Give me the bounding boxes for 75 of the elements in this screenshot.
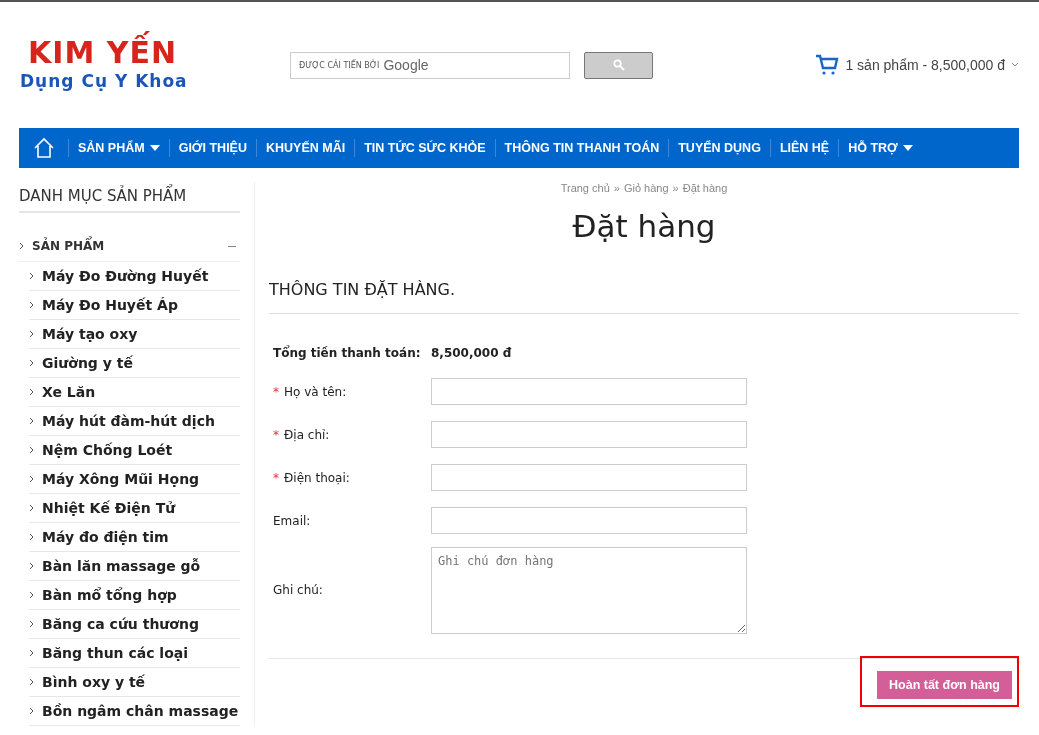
cart-icon[interactable] xyxy=(815,54,840,76)
field-label: Điện thoại: xyxy=(284,470,350,485)
caret-icon xyxy=(149,145,160,151)
chevron-right-icon xyxy=(29,649,35,657)
category-link[interactable]: Máy hút đàm-hút dịch xyxy=(42,413,215,429)
chevron-right-icon xyxy=(29,359,35,367)
menu-item[interactable]: KHUYẾN MÃI xyxy=(266,141,346,155)
required-mark: * xyxy=(273,427,279,442)
category-link[interactable]: Bàn mổ tổng hợp xyxy=(42,587,177,603)
category-link[interactable]: Bàn lăn massage gỗ xyxy=(42,558,201,574)
chevron-right-icon xyxy=(29,504,35,512)
search-icon xyxy=(612,59,625,71)
chevron-right-icon xyxy=(29,591,35,599)
chevron-right-icon xyxy=(29,620,35,628)
category-link[interactable]: Máy Xông Mũi Họng xyxy=(42,471,200,487)
chevron-right-icon xyxy=(19,242,25,250)
category-link[interactable]: Máy đo điện tim xyxy=(42,529,169,545)
chevron-right-icon xyxy=(29,533,35,541)
menu-item[interactable]: TIN TỨC SỨC KHỎE xyxy=(364,141,486,155)
cart-summary[interactable]: 1 sản phẩm - 8,500,000 đ xyxy=(845,57,1005,73)
breadcrumb-link[interactable]: Trang chủ xyxy=(560,182,610,194)
input-field[interactable] xyxy=(431,421,747,448)
breadcrumb-separator: » xyxy=(613,182,620,194)
category-link[interactable]: Bồn ngâm chân massage xyxy=(42,703,239,719)
caret-icon xyxy=(902,145,913,151)
category-link[interactable]: Máy Đo Đường Huyết xyxy=(42,268,209,284)
category-link[interactable]: Giường y tế xyxy=(42,355,133,371)
search-field[interactable]: ĐƯỢC CẢI TIẾN BỞI Google xyxy=(290,51,570,79)
chevron-right-icon xyxy=(29,417,35,425)
search-button[interactable] xyxy=(584,51,653,79)
category-link[interactable]: Băng thun các loại xyxy=(42,645,189,661)
site-logo[interactable]: KIM YẾN Dụng Cụ Y Khoa xyxy=(20,33,290,93)
total-label: Tổng tiền thanh toán: xyxy=(273,346,422,360)
menu-item[interactable]: GIỚI THIỆU xyxy=(178,141,247,155)
field-label: Địa chỉ: xyxy=(284,427,330,442)
category-link[interactable]: Bình oxy y tế xyxy=(42,674,146,690)
chevron-right-icon xyxy=(29,678,35,686)
category-link[interactable]: Xe Lăn xyxy=(42,384,96,400)
input-field[interactable] xyxy=(431,378,747,405)
field-label: Họ và tên: xyxy=(284,384,347,399)
field-label: Ghi chú: xyxy=(273,583,323,597)
required-mark: * xyxy=(273,470,279,485)
page-title: Đặt hàng xyxy=(571,208,717,244)
category-link[interactable]: Máy Đo Huyết Áp xyxy=(42,297,178,313)
category-link[interactable]: Băng ca cứu thương xyxy=(42,616,199,632)
chevron-right-icon xyxy=(29,301,35,309)
total-value: 8,500,000 đ xyxy=(431,346,512,360)
input-field[interactable] xyxy=(431,464,747,491)
menu-item[interactable]: THÔNG TIN THANH TOÁN xyxy=(504,141,660,155)
chevron-right-icon xyxy=(29,330,35,338)
chevron-right-icon xyxy=(29,707,35,715)
menu-item[interactable]: HỖ TRỢ xyxy=(848,141,913,155)
sidebar-heading: DANH MỤC SẢN PHẨM xyxy=(19,182,240,213)
menu-item[interactable]: SẢN PHẨM xyxy=(78,141,160,155)
chevron-right-icon xyxy=(29,475,35,483)
complete-order-button[interactable]: Hoàn tất đơn hàng xyxy=(877,671,1012,699)
section-heading: THÔNG TIN ĐẶT HÀNG. xyxy=(269,280,1019,314)
input-field[interactable] xyxy=(431,507,747,534)
category-link[interactable]: Máy tạo oxy xyxy=(42,326,138,342)
home-icon[interactable] xyxy=(33,137,55,159)
category-link[interactable]: Nệm Chống Loét xyxy=(42,442,173,458)
category-link[interactable]: Nhiệt Kế Điện Tử xyxy=(42,500,176,516)
field-label: Email: xyxy=(273,513,311,528)
chevron-right-icon xyxy=(29,388,35,396)
menu-item[interactable]: TUYỂN DỤNG xyxy=(678,141,761,155)
breadcrumb-separator: » xyxy=(672,182,679,194)
menu-item[interactable]: LIÊN HỆ xyxy=(779,141,830,155)
chevron-right-icon xyxy=(29,446,35,454)
note-field[interactable]: Ghi chú đơn hàng xyxy=(431,546,747,634)
chevron-right-icon xyxy=(29,272,35,280)
required-mark: * xyxy=(273,384,279,399)
breadcrumb-link[interactable]: Giỏ hàng xyxy=(623,182,669,194)
breadcrumb-link[interactable]: Đặt hàng xyxy=(682,182,728,194)
chevron-down-icon[interactable] xyxy=(1011,62,1019,68)
chevron-right-icon xyxy=(29,562,35,570)
